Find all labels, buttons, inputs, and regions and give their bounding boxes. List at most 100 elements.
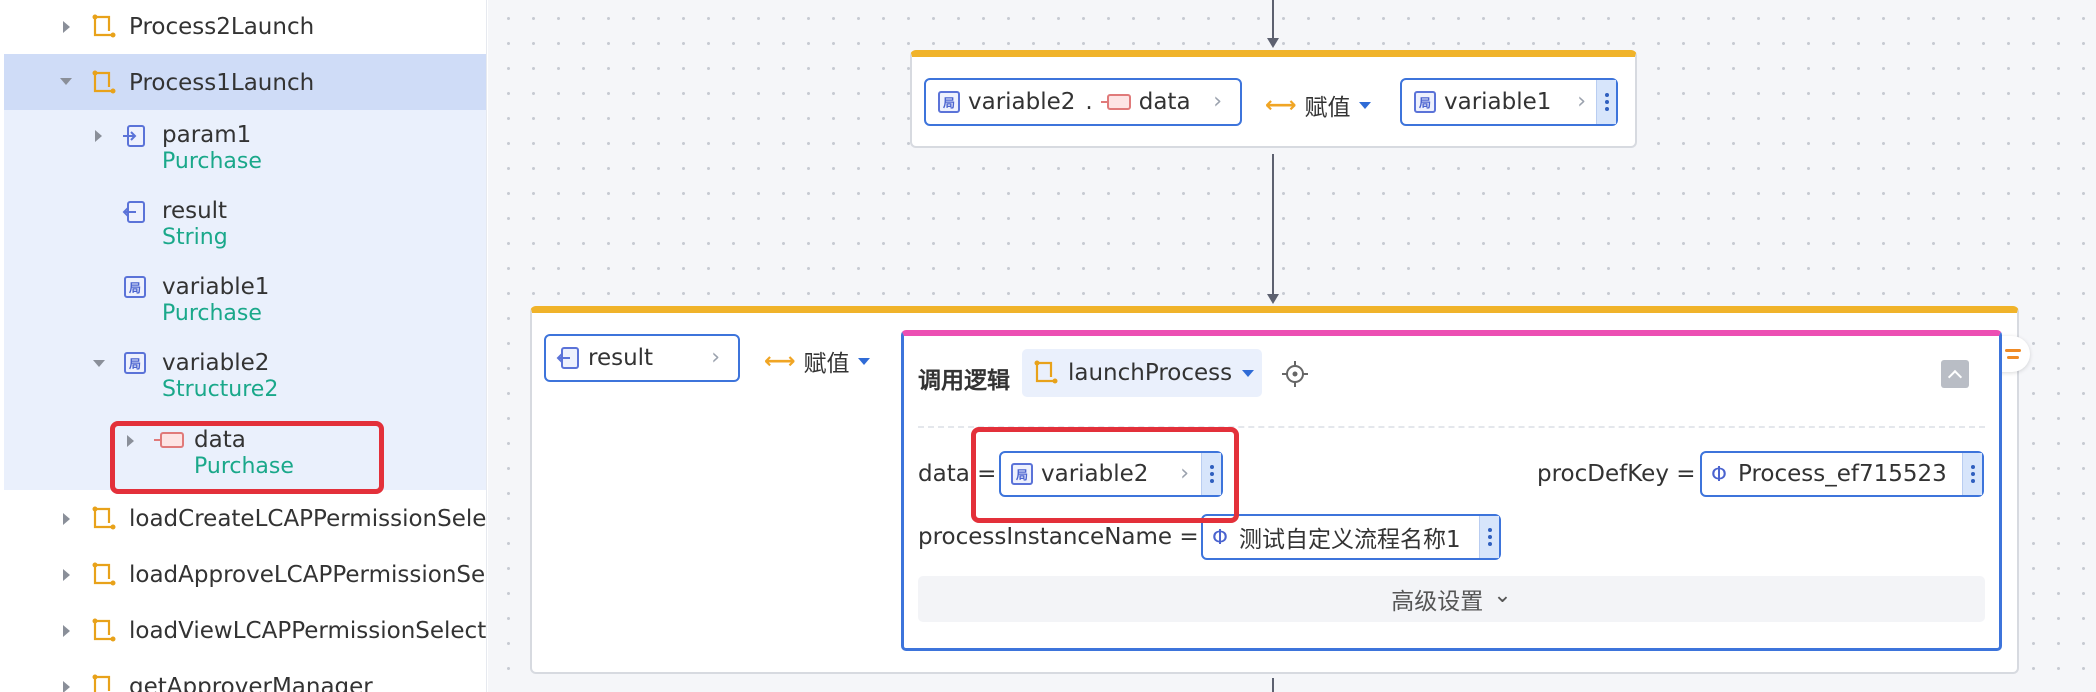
chevron-right-icon[interactable]: › [711, 345, 720, 370]
pill-variable-text: variable2 [968, 89, 1076, 115]
logic-select-value: launchProcess [1068, 360, 1233, 386]
param-procdefkey-pill[interactable]: Φ Process_ef715523 [1700, 451, 1984, 497]
param-out-icon [556, 347, 579, 369]
collapse-arrow-icon[interactable] [60, 78, 72, 85]
assign-label: 赋值 [803, 351, 850, 377]
pill-variable-text: variable2 [1041, 461, 1149, 487]
process-icon [92, 562, 116, 586]
more-options-icon[interactable] [1201, 453, 1221, 495]
tree-item-process2launch[interactable]: Process2Launch [4, 10, 486, 44]
tree-item-label: Process1Launch [129, 70, 315, 96]
assign-right-pill[interactable]: 局 variable1 › [1400, 78, 1618, 126]
chevron-right-icon[interactable]: › [1180, 461, 1189, 486]
tree-item-type: Purchase [194, 454, 294, 479]
tree-item-process1launch[interactable]: Process1Launch [4, 66, 486, 100]
more-options-icon[interactable] [1962, 453, 1982, 495]
tree-item-loadview[interactable]: loadViewLCAPPermissionSelect [4, 614, 487, 648]
param-instance-pill[interactable]: Φ 测试自定义流程名称1 [1201, 514, 1501, 560]
tree-item-label: loadViewLCAPPermissionSelect [129, 618, 487, 644]
assign-node-1[interactable]: 局 variable2 . data › ⟷ 赋值 局 variable1 › [910, 50, 1637, 148]
tree-item-variable2[interactable]: 局 variable2 Structure2 [4, 350, 486, 406]
expand-arrow-icon[interactable] [63, 569, 70, 581]
param-in-icon [123, 125, 145, 147]
tree-item-getapprovermanager[interactable]: getApproverManager [4, 670, 486, 692]
local-variable-icon: 局 [938, 91, 960, 113]
phi-icon: Φ [1711, 462, 1727, 486]
assign-left-pill-result[interactable]: result › [544, 334, 740, 382]
logic-select-dropdown[interactable]: launchProcess [1022, 349, 1262, 397]
struct-field-icon [1100, 94, 1131, 110]
pill-variable-text: result [588, 345, 654, 371]
more-options-icon[interactable] [1479, 516, 1499, 558]
tree-item-param1[interactable]: param1 Purchase [4, 122, 486, 178]
param-data-pill[interactable]: 局 variable2 › [999, 451, 1223, 497]
caret-down-icon [857, 357, 870, 365]
expand-arrow-icon[interactable] [63, 625, 70, 637]
phi-icon: Φ [1212, 525, 1228, 549]
assign-operator-dropdown[interactable]: ⟷ 赋值 [764, 344, 870, 378]
process-icon [92, 674, 111, 692]
advanced-settings-toggle[interactable]: 高级设置 ⌄ [918, 576, 1985, 622]
expand-arrow-icon[interactable] [63, 21, 70, 33]
tree-item-label: param1 [162, 122, 252, 148]
double-arrow-icon: ⟷ [1265, 92, 1297, 118]
more-options-icon[interactable] [1596, 80, 1616, 124]
expand-arrow-icon[interactable] [63, 513, 70, 525]
tree-item-loadcreate[interactable]: loadCreateLCAPPermissionSelec [4, 502, 487, 536]
process-icon [1034, 360, 1058, 384]
tree-item-label: result [162, 198, 228, 224]
tree-item-result[interactable]: result String [4, 198, 486, 254]
local-variable-icon: 局 [1414, 91, 1436, 113]
tree-item-variable1[interactable]: 局 variable1 Purchase [4, 274, 486, 330]
expand-arrow-icon[interactable] [127, 435, 134, 447]
logic-tree-sidebar: Process2Launch Process1Launch param1 Pur… [0, 0, 487, 692]
param-out-icon [122, 201, 145, 223]
param-label-instance: processInstanceName = [918, 524, 1199, 550]
chevron-right-icon[interactable]: › [1213, 89, 1222, 114]
tree-item-label: Process2Launch [129, 14, 315, 40]
process-icon [92, 70, 116, 94]
call-logic-panel: 调用逻辑 launchProcess data = 局 variable2 › … [901, 330, 2002, 651]
chevron-down-icon: ⌄ [1493, 582, 1512, 608]
pill-field-text: data [1138, 89, 1191, 115]
assign-left-pill[interactable]: 局 variable2 . data › [924, 78, 1242, 126]
process-icon [92, 618, 116, 642]
param-label-data: data = [918, 461, 997, 487]
tree-item-label: variable1 [162, 274, 270, 300]
local-variable-icon: 局 [124, 276, 146, 298]
assign-operator-dropdown[interactable]: ⟷ 赋值 [1265, 88, 1371, 122]
crosshair-icon[interactable] [1281, 360, 1309, 388]
caret-down-icon [1242, 369, 1255, 377]
caret-down-icon [1358, 101, 1371, 109]
flow-edge [1272, 154, 1274, 294]
struct-field-icon [154, 432, 184, 448]
process-icon [92, 14, 116, 38]
collapse-icon[interactable] [1941, 360, 1969, 388]
tree-item-data[interactable]: data Purchase [4, 427, 486, 483]
call-logic-title: 调用逻辑 [918, 368, 1010, 394]
tree-item-loadapprove[interactable]: loadApproveLCAPPermissionSel [4, 558, 487, 592]
flow-arrow-icon [1267, 38, 1279, 48]
advanced-settings-label: 高级设置 [1391, 589, 1484, 615]
collapse-arrow-icon[interactable] [93, 360, 105, 367]
tree-item-type: String [162, 225, 228, 250]
pill-value-text: 测试自定义流程名称1 [1239, 527, 1461, 553]
tree-item-label: loadApproveLCAPPermissionSel [129, 562, 487, 588]
tree-item-label: loadCreateLCAPPermissionSelec [129, 506, 487, 532]
process-icon [92, 506, 116, 530]
tree-item-label: data [194, 427, 246, 453]
flow-edge [1272, 0, 1274, 38]
flow-arrow-icon [1267, 294, 1279, 304]
tree-item-label: variable2 [162, 350, 270, 376]
flow-edge [1272, 678, 1274, 692]
logic-canvas[interactable]: 局 variable2 . data › ⟷ 赋值 局 variable1 › … [488, 0, 2096, 692]
tree-item-label: getApproverManager [129, 674, 373, 692]
assign-label: 赋值 [1304, 95, 1351, 121]
pill-value-text: Process_ef715523 [1738, 461, 1947, 487]
expand-arrow-icon[interactable] [63, 681, 70, 692]
chevron-right-icon[interactable]: › [1577, 89, 1586, 114]
local-variable-icon: 局 [124, 352, 146, 374]
expand-arrow-icon[interactable] [95, 130, 102, 142]
double-arrow-icon: ⟷ [764, 348, 796, 374]
param-label-procdefkey: procDefKey = [1537, 461, 1696, 487]
